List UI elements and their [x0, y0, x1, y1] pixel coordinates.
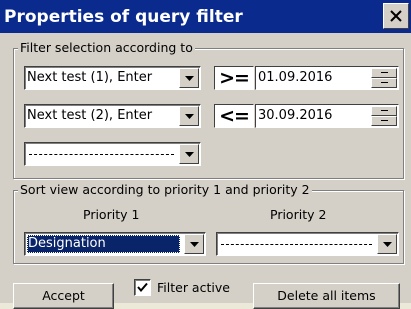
priority-2-label: Priority 2 — [270, 207, 327, 222]
date-from-field[interactable]: 01.09.2016 — [255, 66, 399, 90]
operator-ge-button[interactable]: >= — [214, 66, 254, 90]
priority-2-dropdown[interactable] — [216, 232, 399, 256]
empty-selection-placeholder — [29, 154, 174, 155]
close-icon — [390, 10, 402, 22]
filter-field-2-value: Next test (2), Enter — [27, 108, 153, 123]
filter-active-checkbox[interactable] — [134, 279, 151, 296]
priority-1-value: Designation — [27, 235, 180, 253]
sort-view-title: Sort view according to priority 1 and pr… — [18, 182, 312, 197]
priority-1-label: Priority 1 — [83, 207, 140, 222]
dropdown-arrow-button[interactable] — [184, 234, 204, 254]
date-from-spinner[interactable] — [371, 68, 397, 88]
priority-1-dropdown[interactable]: Designation — [24, 232, 206, 256]
window-title: Properties of query filter — [4, 7, 243, 27]
operator-le-button[interactable]: <= — [214, 104, 254, 128]
filter-selection-title: Filter selection according to — [18, 40, 195, 55]
filter-field-3-dropdown[interactable] — [24, 142, 201, 166]
filter-field-1-value: Next test (1), Enter — [27, 70, 153, 85]
chevron-down-icon — [184, 151, 194, 157]
chevron-down-icon — [184, 113, 194, 119]
checkmark-icon — [137, 282, 148, 293]
dropdown-arrow-button[interactable] — [377, 234, 397, 254]
chevron-down-icon — [382, 241, 392, 247]
date-to-field[interactable]: 30.09.2016 — [255, 104, 399, 128]
empty-selection-placeholder — [221, 244, 372, 245]
spin-up-icon[interactable] — [371, 106, 397, 116]
close-button[interactable] — [383, 3, 409, 29]
dropdown-arrow-button[interactable] — [179, 106, 199, 126]
spin-up-icon[interactable] — [371, 68, 397, 78]
date-to-value: 30.09.2016 — [258, 108, 333, 123]
filter-active-label[interactable]: Filter active — [157, 280, 230, 295]
query-filter-dialog: Properties of query filter Filter select… — [0, 0, 411, 309]
filter-field-2-dropdown[interactable]: Next test (2), Enter — [24, 104, 201, 128]
date-to-spinner[interactable] — [371, 106, 397, 126]
filter-field-1-dropdown[interactable]: Next test (1), Enter — [24, 66, 201, 90]
delete-all-items-button[interactable]: Delete all items — [253, 283, 400, 309]
title-bar[interactable]: Properties of query filter — [0, 0, 411, 33]
spin-down-icon[interactable] — [371, 116, 397, 126]
date-from-value: 01.09.2016 — [258, 70, 333, 85]
accept-button[interactable]: Accept — [13, 283, 114, 309]
chevron-down-icon — [189, 241, 199, 247]
spin-down-icon[interactable] — [371, 78, 397, 88]
dropdown-arrow-button[interactable] — [179, 68, 199, 88]
dropdown-arrow-button[interactable] — [179, 144, 199, 164]
chevron-down-icon — [184, 75, 194, 81]
